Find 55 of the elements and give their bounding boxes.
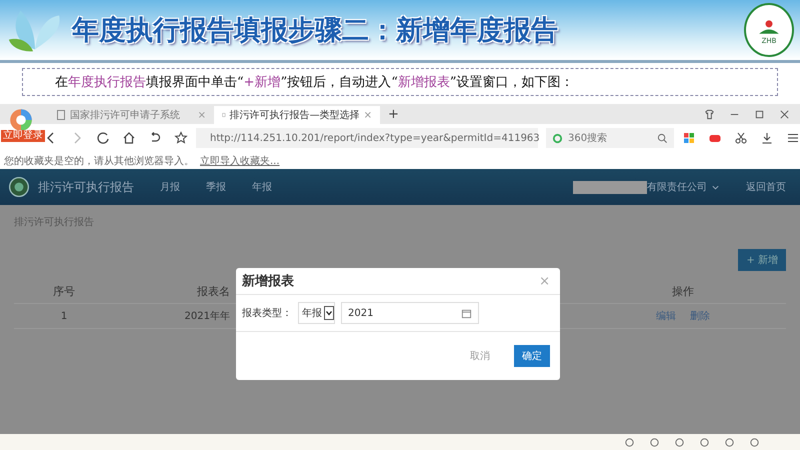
nav-link[interactable]: 月报	[160, 180, 180, 194]
table-cell-text: 1	[60, 310, 68, 322]
dialog-title: 新增报表	[242, 272, 295, 290]
tab-title: 国家排污许可申请子系统	[70, 108, 181, 122]
instruction-text: 在年度执行报告填报界面中单击“+新增”按钮后，自动进入“新增报表”设置窗口，如下图：	[22, 68, 778, 96]
app-title: 排污许可执行报告	[38, 178, 134, 196]
browser-avatar[interactable]	[9, 108, 33, 132]
page-icon	[56, 110, 66, 120]
company-menu[interactable]: 有限责任公司	[647, 180, 707, 194]
ring-icon	[552, 132, 563, 144]
address-bar[interactable]: http://114.251.10.201/report/index?type=year&permitId=411963	[196, 128, 538, 148]
search-field[interactable]: 360搜索	[546, 128, 674, 148]
confirm-button[interactable]: 确定	[514, 345, 550, 367]
slide-title: 年度执行报告填报步骤二：新增年度报告	[72, 14, 559, 48]
url-text: http://114.251.10.201/report/index?type=year&permitId=411963	[210, 132, 540, 144]
tab-title: 排污许可执行报告—类型选择	[230, 108, 360, 122]
reload-icon[interactable]	[96, 131, 110, 145]
page-icon	[222, 110, 226, 120]
new-tab-button[interactable]: +	[380, 106, 407, 124]
close-icon[interactable]	[779, 108, 790, 120]
calendar-icon	[461, 308, 472, 318]
menu-icon[interactable]	[786, 131, 800, 145]
emblem-icon	[8, 176, 30, 198]
year-field[interactable]: 2021	[341, 302, 479, 324]
field-label: 报表类型：	[242, 306, 292, 320]
nav-link[interactable]: 季报	[206, 180, 226, 194]
home-icon[interactable]	[122, 131, 136, 145]
status-bar-icon[interactable]	[624, 436, 635, 448]
status-bar-icon[interactable]	[649, 436, 660, 448]
type-select[interactable]: 年报	[298, 302, 335, 324]
tab-close-button[interactable]: ×	[364, 110, 372, 120]
bookmarks-notice: 您的收藏夹是空的，请从其他浏览器导入。	[4, 154, 194, 168]
maximize-icon[interactable]	[754, 108, 765, 120]
browser-tab[interactable]: 国家排污许可申请子系统 ×	[48, 106, 214, 124]
table-cell-text: 2021年年	[184, 310, 230, 323]
browser-tab[interactable]: 排污许可执行报告—类型选择 ×	[214, 106, 380, 124]
import-bookmarks-link[interactable]: 立即导入收藏夹...	[200, 154, 280, 168]
home-link[interactable]: 返回首页	[746, 180, 786, 194]
nav-link[interactable]: 年报	[252, 180, 272, 194]
star-icon[interactable]	[174, 131, 188, 145]
column-header: 序号	[52, 284, 76, 298]
download-icon[interactable]	[760, 131, 774, 145]
add-button[interactable]: + 新增	[738, 249, 786, 271]
shirt-icon[interactable]	[704, 108, 715, 120]
login-badge[interactable]: 立即登录	[1, 130, 45, 142]
search-icon[interactable]	[657, 132, 668, 144]
column-header: 报表名	[196, 284, 230, 298]
column-header: 操作	[671, 284, 695, 298]
status-bar-icon[interactable]	[674, 436, 685, 448]
status-bar-icon[interactable]	[724, 436, 735, 448]
apps-grid-icon[interactable]	[682, 131, 696, 145]
caret-icon	[324, 304, 334, 322]
status-bar-icon[interactable]	[699, 436, 710, 448]
status-bar-icon[interactable]	[749, 436, 760, 448]
scissors-icon[interactable]	[734, 131, 748, 145]
